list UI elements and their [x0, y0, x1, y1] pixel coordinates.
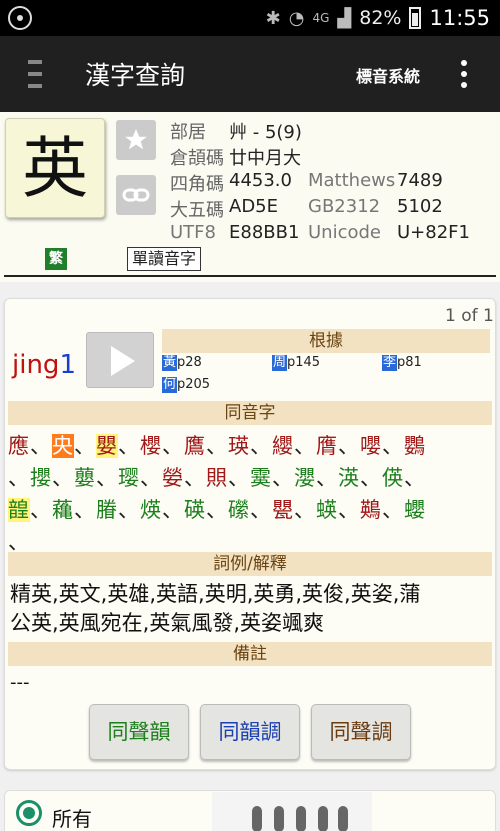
big5-value: AD5E — [229, 196, 278, 217]
overflow-menu-icon[interactable] — [460, 60, 468, 88]
homophone[interactable]: 嫈 — [162, 466, 184, 490]
favorite-button[interactable] — [116, 120, 156, 160]
homophone[interactable]: 攖 — [30, 466, 52, 490]
tone-system-button[interactable]: 標音系統 — [356, 63, 420, 87]
explanation-line-2: 公英,英風宛在,英氣風發,英姿颯爽 — [10, 611, 325, 635]
link-button[interactable] — [116, 175, 156, 215]
cangjie-label: 倉頡碼 — [170, 148, 224, 169]
gb2312-label: GB2312 — [308, 196, 381, 217]
homophones-row-3: 韹、蘒、膡、煐、碤、礯、甖、蝧、鶧、蠳 — [8, 498, 426, 522]
homophones-row-2: 、攖、蘡、璎、嫈、賏、霙、瀴、渶、偀、 — [8, 466, 426, 490]
radical-label: 部居 — [170, 122, 206, 143]
single-reading-label: 單讀音字 — [127, 247, 202, 271]
homophone[interactable]: 蘡 — [74, 466, 96, 490]
star-icon — [125, 129, 147, 150]
same-initial-tone-button[interactable]: 同聲調 — [311, 704, 411, 760]
homophone[interactable]: 應 — [8, 434, 30, 458]
homophone[interactable]: 瀴 — [294, 466, 316, 490]
reference-item[interactable]: 李p81 — [382, 355, 422, 371]
cangjie-value: 廿中月大 — [229, 148, 301, 169]
app-title: 漢字查詢 — [85, 61, 186, 90]
same-final-tone-button[interactable]: 同韻調 — [200, 704, 300, 760]
link-icon — [122, 188, 150, 202]
reference-list: 黃p28 周p145 李p81 何p205 — [162, 355, 492, 399]
reference-item[interactable]: 黃p28 — [162, 355, 202, 371]
gb2312-value: 5102 — [397, 196, 443, 217]
battery-icon — [409, 7, 422, 29]
unicode-label: Unicode — [308, 222, 381, 243]
four-corner-value: 4453.0 — [229, 170, 292, 191]
homophone[interactable]: 霙 — [250, 466, 272, 490]
clock: 11:55 — [429, 6, 490, 30]
homophone[interactable]: 蘒 — [52, 498, 74, 522]
signal-icon: ▟ — [337, 7, 352, 29]
network-type: 4G — [312, 11, 330, 25]
radical-value: 艸 - 5(9) — [229, 122, 302, 143]
traditional-badge: 繁 — [45, 248, 67, 270]
divider — [4, 275, 496, 277]
status-icons: ✱ ◔ 4G ▟ 82% 11:55 — [266, 5, 490, 31]
homophone[interactable]: 韹 — [8, 498, 30, 522]
homophone[interactable]: 碤 — [184, 498, 206, 522]
homophone[interactable]: 賏 — [206, 466, 228, 490]
explanation-line-1: 精英,英文,英雄,英語,英明,英勇,英俊,英姿,蒲 — [10, 582, 421, 606]
reference-item[interactable]: 何p205 — [162, 377, 210, 393]
app-bar: 漢字查詢 標音系統 — [0, 36, 500, 112]
notes-value: --- — [10, 672, 30, 693]
four-corner-label: 四角碼 — [170, 174, 224, 195]
homophone[interactable]: 甖 — [272, 498, 294, 522]
homophone[interactable]: 璎 — [118, 466, 140, 490]
homophone[interactable]: 嬰 — [96, 434, 118, 458]
homophone[interactable]: 膺 — [316, 434, 338, 458]
homophones-row-1: 應、央、嬰、櫻、鷹、瑛、纓、膺、嚶、鸚 — [8, 434, 426, 458]
all-radio-button[interactable] — [16, 800, 42, 826]
homophone[interactable]: 礯 — [228, 498, 250, 522]
wifi-icon: ◔ — [288, 7, 305, 29]
homophone[interactable]: 瑛 — [228, 434, 250, 458]
homophone[interactable]: 櫻 — [140, 434, 162, 458]
basis-header: 根據 — [162, 329, 490, 353]
page-indicator: 1 of 1 — [445, 306, 494, 326]
unicode-value: U+82F1 — [397, 222, 470, 243]
pinyin-syllable: jing — [12, 350, 60, 380]
utf8-label: UTF8 — [170, 222, 216, 243]
utf8-value: E88BB1 — [229, 222, 300, 243]
matthews-label: Matthews — [308, 170, 396, 191]
homophone[interactable]: 嚶 — [360, 434, 382, 458]
status-bar: ✱ ◔ 4G ▟ 82% 11:55 — [0, 0, 500, 36]
notes-header: 備註 — [8, 642, 492, 666]
homophone[interactable]: 鷹 — [184, 434, 206, 458]
battery-percent: 82% — [359, 7, 402, 29]
all-radio-label[interactable]: 所有 — [52, 803, 92, 831]
pinyin: jing1 — [12, 350, 76, 380]
menu-icon[interactable] — [28, 60, 42, 88]
pinyin-tone: 1 — [59, 350, 76, 380]
explanation-header: 詞例/解釋 — [8, 552, 492, 576]
homophone[interactable]: 鶧 — [360, 498, 382, 522]
character-glyph[interactable]: 英 — [5, 118, 105, 218]
matthews-value: 7489 — [397, 170, 443, 191]
reference-item[interactable]: 周p145 — [272, 355, 320, 371]
homophone[interactable]: 偀 — [382, 466, 404, 490]
bluetooth-icon: ✱ — [265, 7, 281, 29]
homophone[interactable]: 央 — [52, 434, 74, 458]
homophones-header: 同音字 — [8, 401, 492, 425]
sync-icon — [8, 6, 32, 30]
play-audio-button[interactable] — [86, 332, 154, 388]
homophone[interactable]: 纓 — [272, 434, 294, 458]
same-initial-final-button[interactable]: 同聲韻 — [89, 704, 189, 760]
homophone[interactable]: 煐 — [140, 498, 162, 522]
homophone[interactable]: 渶 — [338, 466, 360, 490]
homophone[interactable]: 蠳 — [404, 498, 426, 522]
homophone[interactable]: 蝧 — [316, 498, 338, 522]
stroke-order-image — [212, 792, 372, 831]
big5-label: 大五碼 — [170, 200, 224, 221]
homophone[interactable]: 膡 — [96, 498, 118, 522]
homophone[interactable]: 鸚 — [404, 434, 426, 458]
